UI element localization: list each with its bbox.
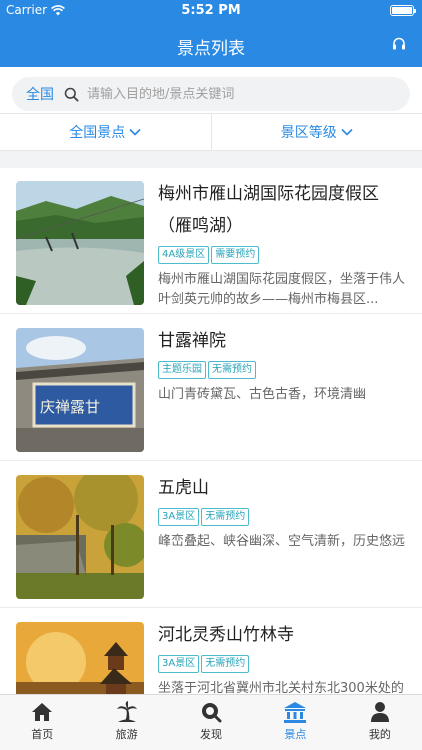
tab-bar: 首页 旅游 发现 景点 我的: [0, 694, 422, 750]
headset-icon[interactable]: [392, 37, 406, 51]
tab-discover[interactable]: 发现: [169, 695, 253, 750]
spot-thumbnail: [16, 181, 144, 305]
spot-thumbnail: 庆禅露甘: [16, 328, 144, 452]
discover-icon: [202, 703, 222, 723]
search-area: 全国: [0, 67, 422, 113]
tab-label: 我的: [368, 728, 391, 741]
spot-name: 五虎山: [158, 478, 209, 498]
spot-tags: 4A级景区 需要预约: [158, 246, 408, 264]
tab-label: 发现: [200, 728, 223, 741]
spot-thumbnail: [16, 622, 144, 694]
spot-tags: 3A景区 无需预约: [158, 508, 408, 526]
tab-mine[interactable]: 我的: [338, 695, 422, 750]
tab-label: 首页: [31, 728, 54, 741]
search-bar: 全国: [12, 77, 410, 111]
search-icon: [64, 87, 79, 102]
level-badge: 4A级景区: [158, 246, 210, 264]
level-badge: 3A景区: [158, 508, 200, 526]
filter-level-dropdown[interactable]: 景区等级: [210, 114, 422, 150]
spot-info: 五虎山 3A景区 无需预约 峰峦叠起、峡谷幽深、空气清新，历史悠远: [158, 472, 408, 552]
spot-description: 梅州市雁山湖国际花园度假区，坐落于伟人叶剑英元帅的故乡——梅州市梅县区...: [158, 272, 406, 307]
spot-list: 梅州市雁山湖国际花园度假区（雁鸣湖） 4A级景区 需要预约 梅州市雁山湖国际花园…: [0, 168, 422, 694]
spot-description: 山门青砖黛瓦、古色古香，环境清幽: [158, 387, 367, 402]
tab-home[interactable]: 首页: [0, 695, 84, 750]
spot-tags: 主题乐园 无需预约: [158, 361, 408, 379]
spot-info: 梅州市雁山湖国际花园度假区（雁鸣湖） 4A级景区 需要预约 梅州市雁山湖国际花园…: [158, 178, 408, 310]
tab-label: 景点: [284, 728, 307, 741]
battery-icon: [390, 5, 416, 16]
spot-info: 甘露禅院 主题乐园 无需预约 山门青砖黛瓦、古色古香，环境清幽: [158, 325, 408, 405]
filter-bar: 全国景点 景区等级: [0, 113, 422, 151]
filter-region-label: 全国景点: [69, 125, 126, 141]
spot-description: 峰峦叠起、峡谷幽深、空气清新，历史悠远: [158, 534, 406, 549]
spot-name: 梅州市雁山湖国际花园度假区（雁鸣湖）: [158, 184, 379, 236]
temple-icon: [284, 702, 307, 723]
search-scope-selector[interactable]: 全国: [26, 84, 54, 104]
spot-list-item[interactable]: 庆禅露甘 甘露禅院 主题乐园 无需预约 山门青砖黛瓦、古色古香，环境清幽: [0, 315, 422, 461]
user-icon: [370, 702, 389, 722]
spot-list-item[interactable]: 梅州市雁山湖国际花园度假区（雁鸣湖） 4A级景区 需要预约 梅州市雁山湖国际花园…: [0, 168, 422, 314]
spot-list-item[interactable]: 河北灵秀山竹林寺 3A景区 无需预约 坐落于河北省冀州市北关村东北300米处的: [0, 609, 422, 694]
search-input[interactable]: [87, 86, 387, 102]
spot-list-item[interactable]: 五虎山 3A景区 无需预约 峰峦叠起、峡谷幽深、空气清新，历史悠远: [0, 462, 422, 608]
temple-plaque-text: 庆禅露甘: [40, 398, 100, 416]
filter-level-label: 景区等级: [280, 125, 337, 141]
home-icon: [32, 703, 53, 721]
spot-info: 河北灵秀山竹林寺 3A景区 无需预约 坐落于河北省冀州市北关村东北300米处的: [158, 619, 408, 694]
filter-region-dropdown[interactable]: 全国景点: [0, 114, 211, 150]
tab-spots[interactable]: 景点: [253, 695, 337, 750]
chevron-down-icon: [129, 128, 141, 136]
spot-description: 坐落于河北省冀州市北关村东北300米处的: [158, 681, 404, 694]
tab-label: 旅游: [115, 728, 138, 741]
spot-tags: 3A景区 无需预约: [158, 655, 408, 673]
tab-travel[interactable]: 旅游: [84, 695, 168, 750]
reservation-badge: 无需预约: [201, 508, 250, 526]
category-badge: 主题乐园: [158, 361, 206, 379]
spot-thumbnail: [16, 475, 144, 599]
palm-tree-icon: [116, 701, 137, 722]
navigation-bar: 景点列表: [0, 22, 422, 67]
reservation-badge: 无需预约: [201, 655, 250, 673]
page-title: 景点列表: [177, 39, 245, 59]
status-time: 5:52 PM: [181, 3, 241, 18]
chevron-down-icon: [341, 128, 353, 136]
spot-name: 甘露禅院: [158, 331, 226, 351]
top-bar: Carrier 5:52 PM 景点列表: [0, 0, 422, 67]
reservation-badge: 无需预约: [208, 361, 256, 379]
level-badge: 3A景区: [158, 655, 200, 673]
spot-name: 河北灵秀山竹林寺: [158, 625, 294, 645]
status-bar: Carrier 5:52 PM: [0, 0, 422, 22]
reservation-badge: 需要预约: [211, 246, 260, 264]
